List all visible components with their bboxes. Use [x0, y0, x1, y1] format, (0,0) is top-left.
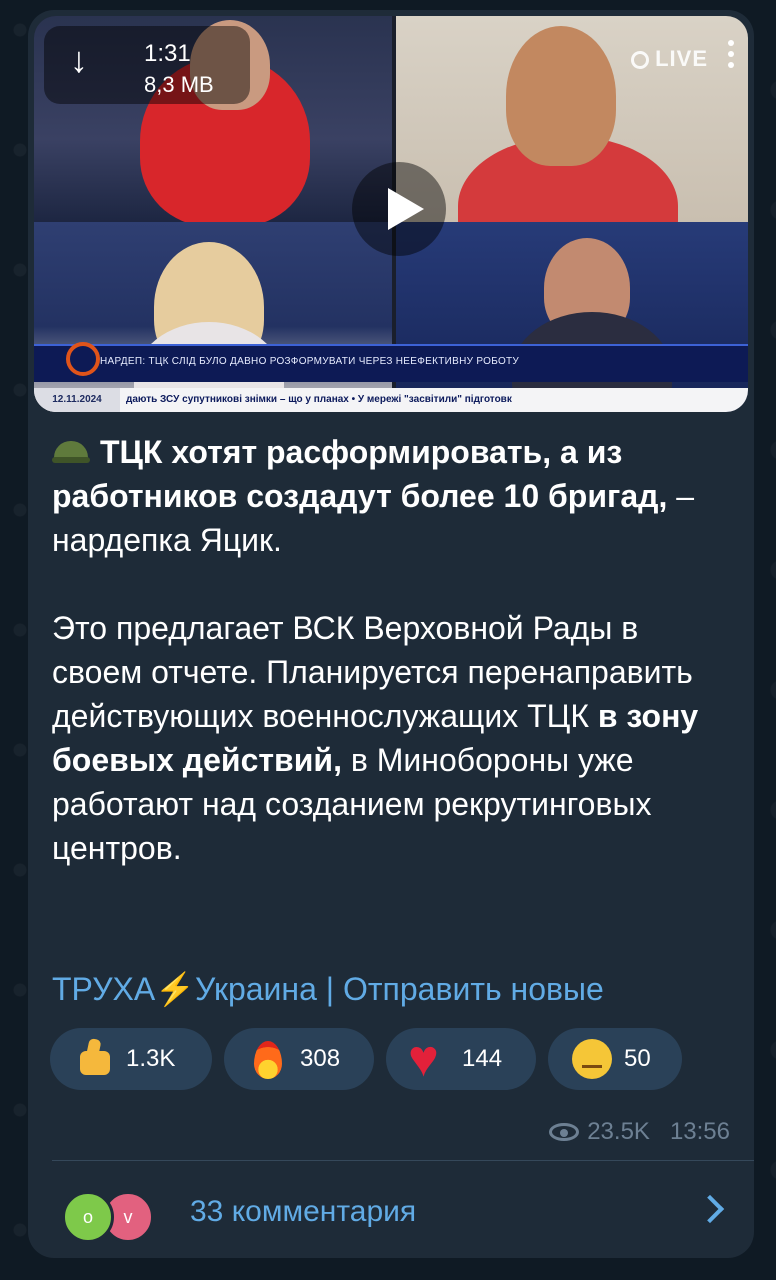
download-arrow-icon[interactable]: ↓ — [70, 42, 88, 78]
message-time: 13:56 — [669, 1118, 730, 1145]
heart-icon — [408, 1029, 452, 1089]
message-text: ТЦК хотят расформировать, а из работнико… — [52, 430, 732, 870]
news-ticker-date: 12.11.2024 — [34, 388, 120, 412]
post-body: Это предлагает ВСК Верховной Рады в свое… — [52, 606, 732, 870]
comments-button[interactable]: o v 33 комментария — [28, 1161, 754, 1258]
live-circle-icon — [631, 51, 650, 69]
reaction-thumbs-up[interactable]: 1.3K — [50, 1028, 212, 1090]
video-file-size: 8,3 MB — [144, 72, 214, 97]
news-ticker-headline-bar: НАРДЕП: ТЦК СЛІД БУЛО ДАВНО РОЗФОРМУВАТИ… — [34, 344, 748, 382]
more-options-icon[interactable] — [728, 40, 736, 73]
views-eye-icon — [549, 1123, 580, 1141]
reaction-fire[interactable]: 308 — [224, 1028, 374, 1090]
thumbs-up-icon — [72, 1037, 116, 1081]
reaction-count: 144 — [462, 1045, 503, 1072]
message-meta: 23.5K 13:56 — [549, 1118, 730, 1146]
reaction-count: 1.3K — [126, 1045, 176, 1072]
chevron-right-icon — [695, 1194, 725, 1224]
reaction-count: 308 — [300, 1045, 341, 1072]
raised-eyebrow-face-icon — [570, 1037, 614, 1081]
commenter-avatar: o — [62, 1191, 114, 1243]
channel-link[interactable]: ТРУХА⚡Украина | Отправить новые — [52, 970, 604, 1008]
post-body-part1: Это предлагает ВСК Верховной Рады в свое… — [52, 610, 693, 734]
download-info-badge[interactable]: ↓ 1:31 8,3 MB — [44, 26, 250, 104]
live-badge: LIVE — [631, 46, 708, 72]
play-button[interactable] — [352, 162, 446, 256]
comments-count-label: 33 комментария — [190, 1195, 417, 1228]
news-ticker-crawl-bar: 12.11.2024 дають ЗСУ супутникові знімки … — [34, 388, 748, 412]
helmet-icon — [52, 437, 90, 467]
message-bubble: НАРДЕП: ТЦК СЛІД БУЛО ДАВНО РОЗФОРМУВАТИ… — [28, 10, 754, 1258]
reaction-count: 50 — [624, 1045, 651, 1072]
video-thumbnail[interactable]: НАРДЕП: ТЦК СЛІД БУЛО ДАВНО РОЗФОРМУВАТИ… — [34, 16, 748, 412]
video-frame-bottom-left — [34, 222, 392, 412]
news-ticker-headline: НАРДЕП: ТЦК СЛІД БУЛО ДАВНО РОЗФОРМУВАТИ… — [100, 356, 520, 367]
post-title: ТЦК хотят расформировать, а из работнико… — [52, 430, 732, 562]
post-title-bold: ТЦК хотят расформировать, а из работнико… — [52, 434, 668, 514]
reaction-raised-eyebrow[interactable]: 50 — [548, 1028, 682, 1090]
fire-icon — [246, 1037, 290, 1081]
news-ticker-crawl: дають ЗСУ супутникові знімки – що у план… — [126, 394, 512, 405]
person-head — [506, 26, 616, 166]
reaction-heart[interactable]: 144 — [386, 1028, 536, 1090]
views-count: 23.5K — [587, 1118, 650, 1145]
live-label: LIVE — [655, 46, 708, 71]
channel-logo-icon — [66, 342, 100, 376]
video-frame-bottom-right — [396, 222, 748, 412]
video-duration: 1:31 — [144, 40, 191, 67]
